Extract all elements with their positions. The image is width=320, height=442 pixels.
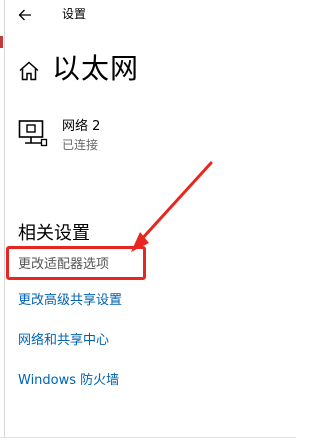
window-bottom-edge: [0, 437, 296, 442]
back-button[interactable]: [14, 4, 36, 26]
annotation-highlight-box: [6, 246, 146, 280]
edge-marker: [0, 36, 3, 48]
network-sharing-center-link[interactable]: 网络和共享中心: [18, 332, 109, 350]
back-arrow-icon: [18, 9, 31, 21]
page-title: 以太网: [52, 52, 140, 85]
window-left-edge: [0, 0, 5, 441]
windows-firewall-link[interactable]: Windows 防火墙: [18, 372, 119, 390]
home-icon[interactable]: [18, 60, 40, 82]
network-connection-item[interactable]: 网络 2 已连接: [16, 116, 216, 156]
change-advanced-sharing-link[interactable]: 更改高级共享设置: [18, 292, 122, 310]
network-name: 网络 2: [62, 119, 101, 134]
settings-window: 设置 以太网 网络 2 已连接 相关设置 更改适配器选项 更改高级共享设置 网络…: [0, 0, 296, 442]
ethernet-monitor-icon: [18, 120, 48, 147]
network-status: 已连接: [62, 138, 99, 152]
window-title: 设置: [62, 7, 87, 21]
related-settings-heading: 相关设置: [18, 223, 90, 244]
